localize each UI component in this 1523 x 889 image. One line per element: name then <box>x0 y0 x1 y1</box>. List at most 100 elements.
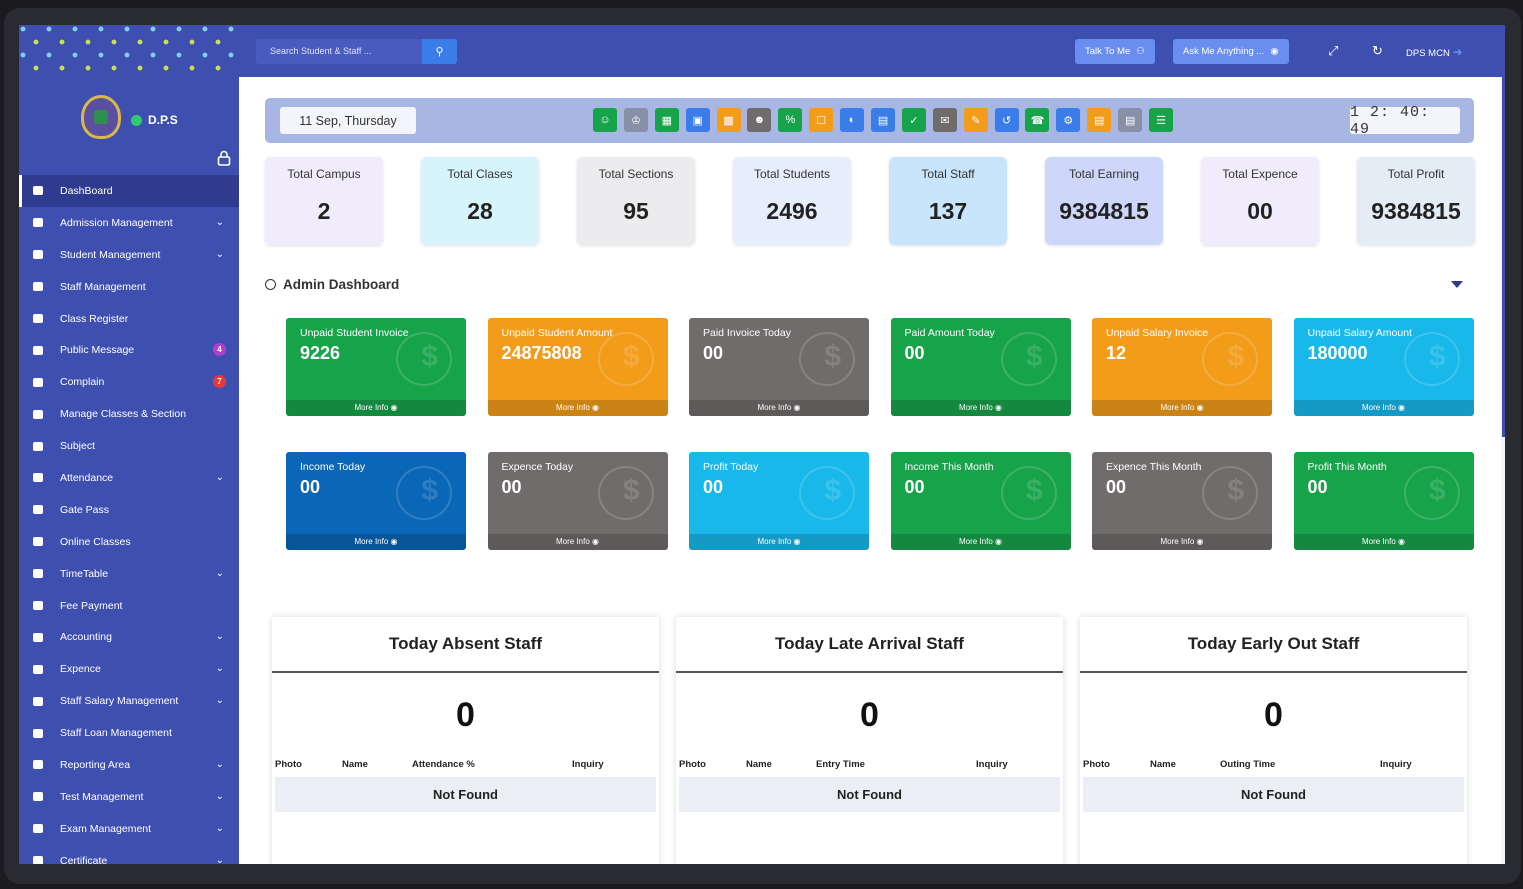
summary-card[interactable]: $ Unpaid Student Amount 24875808 More Info … <box>487 318 668 416</box>
online-status-dot <box>131 115 142 126</box>
chevron-down-icon[interactable]: ⌄ <box>216 759 224 770</box>
summary-card[interactable]: $ Paid Invoice Today 00 More Info ◉ <box>689 318 869 416</box>
search-button[interactable]: ⚲ <box>422 39 457 64</box>
summary-card[interactable]: $ Income This Month 00 More Info ◉ <box>890 452 1071 550</box>
more-info-link[interactable]: More Info ◉ <box>1293 400 1474 416</box>
presentation-icon[interactable]: ▣ <box>685 108 710 132</box>
more-info-link[interactable]: More Info ◉ <box>890 534 1071 550</box>
sidebar-item[interactable]: Admission Management ⌄ <box>19 207 239 239</box>
stat-card[interactable]: Total Expence 00 <box>1201 157 1319 245</box>
chevron-down-icon[interactable]: ⌄ <box>216 631 224 642</box>
more-info-link[interactable]: More Info ◉ <box>286 400 466 416</box>
lock-icon[interactable] <box>217 150 231 166</box>
chevron-down-icon[interactable]: ⌄ <box>216 217 224 228</box>
sidebar-item[interactable]: TimeTable ⌄ <box>19 558 239 590</box>
book-icon[interactable]: ▤ <box>1087 108 1112 132</box>
fullscreen-icon[interactable]: ⤢ <box>1328 43 1338 59</box>
summary-card[interactable]: $ Expence This Month 00 More Info ◉ <box>1092 452 1272 550</box>
chat-icon[interactable]: ✉ <box>932 108 957 132</box>
gate-pass-icon <box>31 504 44 515</box>
stat-card[interactable]: Total Sections 95 <box>577 157 695 245</box>
sidebar-item[interactable]: Staff Loan Management <box>19 717 239 749</box>
stat-card[interactable]: Total Clases 28 <box>421 157 539 245</box>
stat-card[interactable]: Total Profit 9384815 <box>1357 157 1475 245</box>
sidebar-item[interactable]: Test Management ⌄ <box>19 781 239 813</box>
id-card-icon[interactable]: ▩ <box>716 108 741 132</box>
chevron-down-icon[interactable]: ⌄ <box>216 855 224 864</box>
refresh-icon[interactable]: ↻ <box>1372 43 1383 59</box>
sidebar-item[interactable]: Certificate ⌄ <box>19 845 239 864</box>
sidebar-item[interactable]: Staff Salary Management ⌄ <box>19 685 239 717</box>
summary-card[interactable]: $ Unpaid Student Invoice 9226 More Info ◉ <box>286 318 466 416</box>
sidebar-item[interactable]: Exam Management ⌄ <box>19 813 239 845</box>
summary-card[interactable]: $ Income Today 00 More Info ◉ <box>286 452 466 550</box>
percent-icon[interactable]: % <box>778 108 803 132</box>
note-icon[interactable]: ✎ <box>963 108 988 132</box>
sidebar-item[interactable]: Expence ⌄ <box>19 653 239 685</box>
pie-icon[interactable]: ◐ <box>840 108 865 132</box>
talk-to-me-button[interactable]: Talk To Me ⚇ <box>1075 39 1155 64</box>
chevron-down-icon[interactable]: ⌄ <box>216 568 224 579</box>
chevron-down-icon[interactable]: ⌄ <box>216 823 224 834</box>
stat-card[interactable]: Total Earning 9384815 <box>1045 157 1163 245</box>
chevron-down-icon[interactable]: ⌄ <box>216 695 224 706</box>
summary-card[interactable]: $ Expence Today 00 More Info ◉ <box>487 452 668 550</box>
more-info-link[interactable]: More Info ◉ <box>1293 534 1474 550</box>
list-icon[interactable]: ☰ <box>1149 108 1174 132</box>
ask-me-anything-button[interactable]: Ask Me Anything ... ◉ <box>1173 39 1289 64</box>
sidebar-item[interactable]: Reporting Area ⌄ <box>19 749 239 781</box>
chevron-down-icon[interactable]: ⌄ <box>216 249 224 260</box>
sidebar-item[interactable]: Manage Classes & Section <box>19 398 239 430</box>
stat-card[interactable]: Total Staff 137 <box>889 157 1007 245</box>
summary-card[interactable]: $ Unpaid Salary Invoice 12 More Info ◉ <box>1092 318 1272 416</box>
more-info-link[interactable]: More Info ◉ <box>890 400 1071 416</box>
sidebar-item[interactable]: Gate Pass <box>19 494 239 526</box>
sidebar-item[interactable]: DashBoard <box>19 175 239 207</box>
chevron-down-icon[interactable]: ⌄ <box>216 791 224 802</box>
collapse-caret-icon[interactable] <box>1451 281 1463 288</box>
more-info-link[interactable]: More Info ◉ <box>286 534 466 550</box>
user-menu[interactable]: DPS MCN ➜ <box>1406 45 1463 59</box>
summary-card[interactable]: $ Paid Amount Today 00 More Info ◉ <box>890 318 1071 416</box>
board-icon[interactable]: ▦ <box>654 108 679 132</box>
scrollbar[interactable] <box>1502 77 1505 437</box>
more-info-link[interactable]: More Info ◉ <box>487 400 668 416</box>
sidebar-item[interactable]: Staff Management <box>19 271 239 303</box>
bag-icon[interactable]: ☐ <box>809 108 834 132</box>
meeting-icon[interactable]: ▤ <box>871 108 896 132</box>
search-input[interactable]: Search Student & Staff ... <box>256 39 422 64</box>
stat-card[interactable]: Total Students 2496 <box>733 157 851 245</box>
more-info-link[interactable]: More Info ◉ <box>1092 400 1272 416</box>
history-icon[interactable]: ↺ <box>994 108 1019 132</box>
sidebar-item[interactable]: Student Management ⌄ <box>19 239 239 271</box>
teacher-icon[interactable]: ♔ <box>623 108 648 132</box>
id-icon[interactable]: ▤ <box>1118 108 1143 132</box>
summary-card[interactable]: $ Unpaid Salary Amount 180000 More Info ◉ <box>1293 318 1474 416</box>
sidebar-item-label: Staff Loan Management <box>60 727 172 740</box>
chevron-down-icon[interactable]: ⌄ <box>216 663 224 674</box>
more-info-link[interactable]: More Info ◉ <box>1092 534 1272 550</box>
user-settings-icon[interactable]: ☻ <box>747 108 772 132</box>
sidebar-item[interactable]: Fee Payment <box>19 590 239 622</box>
sidebar-item[interactable]: Public Message 4 <box>19 334 239 366</box>
more-info-link[interactable]: More Info ◉ <box>689 400 869 416</box>
user-check-icon[interactable]: ✓ <box>901 108 926 132</box>
bell-icon[interactable]: ☎ <box>1025 108 1050 132</box>
sidebar-item[interactable]: Complain 7 <box>19 366 239 398</box>
sidebar-item[interactable]: Accounting ⌄ <box>19 621 239 653</box>
summary-card[interactable]: $ Profit This Month 00 More Info ◉ <box>1293 452 1474 550</box>
sidebar-item[interactable]: Subject <box>19 430 239 462</box>
sidebar-item[interactable]: Attendance ⌄ <box>19 462 239 494</box>
stat-value: 95 <box>623 198 649 224</box>
admin-dashboard-heading[interactable]: Admin Dashboard <box>265 277 399 292</box>
gear-icon[interactable]: ⚙ <box>1056 108 1081 132</box>
logout-icon[interactable]: ➜ <box>1452 45 1462 59</box>
stat-card[interactable]: Total Campus 2 <box>265 157 383 245</box>
chevron-down-icon[interactable]: ⌄ <box>216 472 224 483</box>
sidebar-item[interactable]: Online Classes <box>19 526 239 558</box>
sidebar-item[interactable]: Class Register <box>19 303 239 335</box>
more-info-link[interactable]: More Info ◉ <box>689 534 869 550</box>
add-user-icon[interactable]: ☺ <box>593 108 617 132</box>
more-info-link[interactable]: More Info ◉ <box>487 534 668 550</box>
summary-card[interactable]: $ Profit Today 00 More Info ◉ <box>689 452 869 550</box>
